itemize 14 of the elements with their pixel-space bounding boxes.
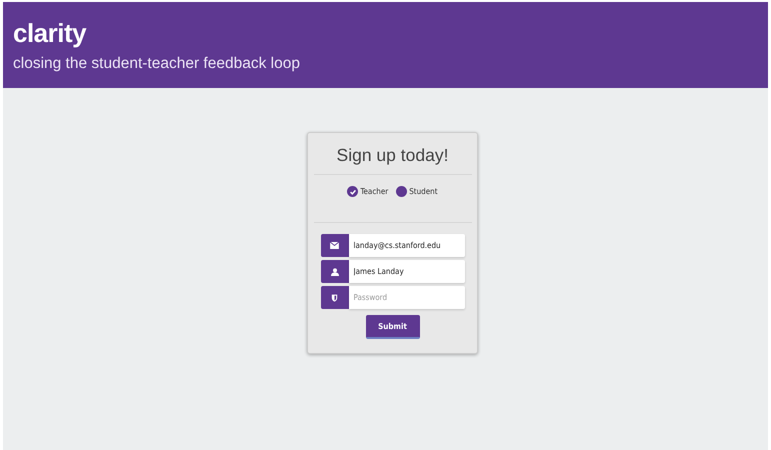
app-title: clarity: [13, 18, 88, 49]
tagline: closing the student-teacher feedback loop: [13, 55, 301, 73]
envelope-icon: [330, 242, 339, 249]
radio-button[interactable]: [347, 186, 358, 197]
shield-icon: [331, 294, 338, 302]
user-icon: [330, 268, 338, 276]
input-field[interactable]: James Landay: [348, 260, 464, 283]
input-field[interactable]: Password: [348, 286, 464, 309]
radio-button[interactable]: [396, 186, 408, 197]
card-title: Sign up today!: [336, 145, 448, 166]
radio-label[interactable]: Student: [409, 187, 438, 196]
input-field[interactable]: landay@cs.stanford.edu: [348, 234, 464, 257]
radio-label[interactable]: Teacher: [360, 187, 388, 196]
submit-button[interactable]: Submit: [366, 315, 420, 339]
